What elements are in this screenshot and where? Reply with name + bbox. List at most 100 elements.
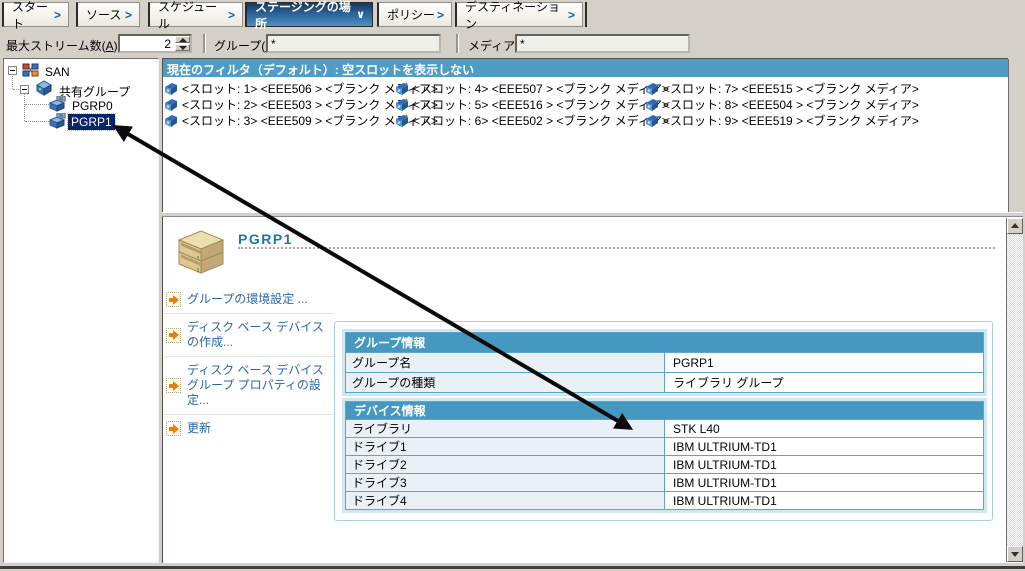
media-slot-icon <box>645 82 660 96</box>
slot-item[interactable]: <スロット: 8> <EEE504 > <ブランク メディア> <box>645 97 919 112</box>
media-slot-icon <box>164 98 179 112</box>
group-info-frame: グループ情報 グループ名 PGRP1 グループの種類 ライブラリ グループ <box>342 329 987 396</box>
slot-text: <スロット: 8> <EEE504 > <ブランク メディア> <box>663 96 919 113</box>
row-value: IBM ULTRIUM-TD1 <box>665 492 984 510</box>
tree-node-pgrp1[interactable]: PGRP1 <box>68 114 115 130</box>
tab-label: デスティネーション <box>465 0 568 32</box>
slot-item[interactable]: <スロット: 4> <EEE507 > <ブランク メディア> <box>395 81 669 96</box>
media-slot-icon <box>395 98 410 112</box>
link-create-disk-based-device[interactable]: ディスク ベース デバイスの作成... <box>164 313 334 356</box>
tab-bar-divider <box>585 2 587 27</box>
filter-toolbar: 最大ストリーム数(A): 2 グループ(G): * メディア(M): * <box>0 29 1025 58</box>
table-row: ドライブ3 IBM ULTRIUM-TD1 <box>346 474 984 492</box>
row-value: IBM ULTRIUM-TD1 <box>665 474 984 492</box>
tree-node-pgrp0[interactable]: PGRP0 <box>69 98 116 114</box>
slot-text: <スロット: 9> <EEE519 > <ブランク メディア> <box>663 112 919 129</box>
media-slot-icon <box>645 114 660 128</box>
table-row: グループの種類 ライブラリ グループ <box>346 373 984 393</box>
tab-start[interactable]: スタート > <box>2 2 69 27</box>
orange-arrow-icon <box>166 421 181 436</box>
tree-collapse-toggle-san[interactable] <box>8 66 17 75</box>
tab-label: ソース <box>86 6 121 23</box>
slot-text: <スロット: 4> <EEE507 > <ブランク メディア> <box>413 80 669 97</box>
media-slot-icon <box>164 114 179 128</box>
media-slot-icon <box>395 114 410 128</box>
toolbar-separator <box>456 34 459 53</box>
slots-filter-header: 現在のフィルタ（デフォルト）: 空スロットを表示しない <box>163 59 1008 77</box>
slot-item[interactable]: <スロット: 5> <EEE516 > <ブランク メディア> <box>395 97 669 112</box>
media-slot-icon <box>395 82 410 96</box>
tree-node-san[interactable]: SAN <box>42 64 73 80</box>
slot-item[interactable]: <スロット: 6> <EEE502 > <ブランク メディア> <box>395 113 669 128</box>
link-label: ディスク ベース デバイスの作成... <box>187 320 334 350</box>
orange-arrow-icon <box>166 292 181 307</box>
device-info-header: デバイス情報 <box>346 402 984 420</box>
tab-label: スケジュール <box>158 0 228 32</box>
triangle-down-icon <box>179 46 187 50</box>
device-info-frame: デバイス情報 ライブラリ STK L40 ドライブ1 IBM ULTRIUM-T… <box>342 398 987 513</box>
tab-schedule[interactable]: スケジュール > <box>148 2 243 27</box>
media-slot-icon <box>164 82 179 96</box>
slot-item[interactable]: <スロット: 7> <EEE515 > <ブランク メディア> <box>645 81 919 96</box>
row-value: IBM ULTRIUM-TD1 <box>665 438 984 456</box>
vertical-scrollbar[interactable] <box>1006 218 1023 562</box>
slot-item[interactable]: <スロット: 9> <EEE519 > <ブランク メディア> <box>645 113 919 128</box>
tab-destination[interactable]: デスティネーション > <box>455 2 583 27</box>
row-label: グループの種類 <box>346 373 665 393</box>
row-label: ドライブ4 <box>346 492 665 510</box>
spin-up-button[interactable] <box>175 36 190 43</box>
detail-title: PGRP1 <box>238 231 293 247</box>
triangle-up-icon <box>1011 223 1019 228</box>
group-filter-input[interactable]: * <box>266 34 441 53</box>
scroll-down-button[interactable] <box>1007 546 1023 562</box>
san-network-icon <box>22 63 40 78</box>
chevron-right-icon: > <box>228 8 235 22</box>
title-divider <box>238 247 995 249</box>
link-label: グループの環境設定 ... <box>187 292 308 307</box>
group-info-header: グループ情報 <box>346 333 984 353</box>
window-bottom-edge <box>0 566 1025 569</box>
slots-panel-gutter <box>1008 59 1023 212</box>
chevron-right-icon: > <box>568 8 575 22</box>
link-refresh[interactable]: 更新 <box>164 414 334 442</box>
row-label: ライブラリ <box>346 420 665 438</box>
max-streams-label: 最大ストリーム数(A): <box>6 37 121 54</box>
max-streams-spinner <box>175 36 190 51</box>
task-links: グループの環境設定 ... ディスク ベース デバイスの作成... ディスク ベ… <box>164 286 334 442</box>
tab-label: ポリシー <box>387 6 435 23</box>
media-filter-input[interactable]: * <box>515 34 690 53</box>
shared-group-icon <box>34 80 54 97</box>
orange-arrow-icon <box>166 328 181 343</box>
table-row: ドライブ2 IBM ULTRIUM-TD1 <box>346 456 984 474</box>
slot-text: <スロット: 7> <EEE515 > <ブランク メディア> <box>663 80 919 97</box>
tab-label: スタート <box>12 0 54 32</box>
spin-down-button[interactable] <box>175 44 190 51</box>
device-tree-panel <box>3 58 159 563</box>
link-group-configuration[interactable]: グループの環境設定 ... <box>164 286 334 313</box>
tree-connector <box>12 76 13 89</box>
row-label: ドライブ1 <box>346 438 665 456</box>
application-window: スタート > ソース > スケジュール > ステージングの場所 ∨ ポリシー >… <box>0 0 1025 571</box>
row-label: グループ名 <box>346 353 665 373</box>
row-value: PGRP1 <box>665 353 984 373</box>
tab-policy[interactable]: ポリシー > <box>377 2 452 27</box>
link-disk-device-group-properties[interactable]: ディスク ベース デバイス グループ プロパティの設定... <box>164 356 334 414</box>
table-row: ドライブ1 IBM ULTRIUM-TD1 <box>346 438 984 456</box>
tree-connector <box>25 104 49 105</box>
tab-staging-location[interactable]: ステージングの場所 ∨ <box>245 2 373 27</box>
tab-source[interactable]: ソース > <box>76 2 140 27</box>
library-group-icon <box>48 96 67 112</box>
row-label: ドライブ3 <box>346 474 665 492</box>
row-value: IBM ULTRIUM-TD1 <box>665 456 984 474</box>
tab-label: ステージングの場所 <box>255 0 356 32</box>
row-value: ライブラリ グループ <box>665 373 984 393</box>
triangle-up-icon <box>179 38 187 42</box>
chevron-right-icon: > <box>125 8 132 22</box>
wizard-tab-bar: スタート > ソース > スケジュール > ステージングの場所 ∨ ポリシー >… <box>0 0 1025 29</box>
scroll-up-button[interactable] <box>1007 218 1023 234</box>
chevron-down-icon: ∨ <box>356 8 365 21</box>
tree-collapse-toggle-shared-group[interactable] <box>20 85 29 94</box>
triangle-down-icon <box>1011 552 1019 557</box>
media-slot-icon <box>645 98 660 112</box>
table-row: ライブラリ STK L40 <box>346 420 984 438</box>
